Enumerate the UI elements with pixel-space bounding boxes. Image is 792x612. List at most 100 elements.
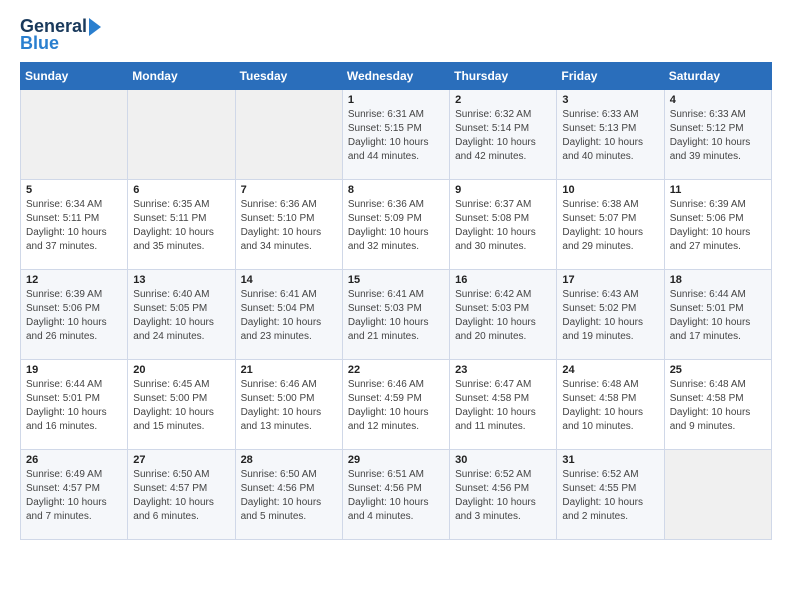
day-number: 12 <box>26 274 122 286</box>
column-header-monday: Monday <box>128 63 235 90</box>
calendar-cell: 9 Sunrise: 6:37 AM Sunset: 5:08 PM Daylig… <box>450 180 557 270</box>
day-number: 20 <box>133 364 229 376</box>
day-number: 8 <box>348 184 444 196</box>
calendar-cell <box>21 90 128 180</box>
day-content: Sunrise: 6:31 AM Sunset: 5:15 PM Dayligh… <box>348 108 444 164</box>
day-content: Sunrise: 6:42 AM Sunset: 5:03 PM Dayligh… <box>455 288 551 344</box>
day-number: 5 <box>26 184 122 196</box>
day-content: Sunrise: 6:44 AM Sunset: 5:01 PM Dayligh… <box>26 378 122 434</box>
calendar-cell: 19 Sunrise: 6:44 AM Sunset: 5:01 PM Dayli… <box>21 360 128 450</box>
calendar-table: SundayMondayTuesdayWednesdayThursdayFrid… <box>20 62 772 540</box>
week-row-4: 19 Sunrise: 6:44 AM Sunset: 5:01 PM Dayli… <box>21 360 772 450</box>
calendar-cell: 22 Sunrise: 6:46 AM Sunset: 4:59 PM Dayli… <box>342 360 449 450</box>
day-content: Sunrise: 6:40 AM Sunset: 5:05 PM Dayligh… <box>133 288 229 344</box>
calendar-cell: 25 Sunrise: 6:48 AM Sunset: 4:58 PM Dayli… <box>664 360 771 450</box>
calendar-cell: 11Sunrise: 6:39 AM Sunset: 5:06 PM Dayli… <box>664 180 771 270</box>
day-number: 31 <box>562 454 658 466</box>
calendar-cell: 5 Sunrise: 6:34 AM Sunset: 5:11 PM Daylig… <box>21 180 128 270</box>
day-content: Sunrise: 6:33 AM Sunset: 5:13 PM Dayligh… <box>562 108 658 164</box>
day-content: Sunrise: 6:33 AM Sunset: 5:12 PM Dayligh… <box>670 108 766 164</box>
day-content: Sunrise: 6:41 AM Sunset: 5:03 PM Dayligh… <box>348 288 444 344</box>
day-content: Sunrise: 6:38 AM Sunset: 5:07 PM Dayligh… <box>562 198 658 254</box>
day-number: 30 <box>455 454 551 466</box>
day-number: 15 <box>348 274 444 286</box>
calendar-cell: 4 Sunrise: 6:33 AM Sunset: 5:12 PM Daylig… <box>664 90 771 180</box>
calendar-cell: 3Sunrise: 6:33 AM Sunset: 5:13 PM Daylig… <box>557 90 664 180</box>
logo-blue-text: Blue <box>20 33 59 54</box>
calendar-cell: 8 Sunrise: 6:36 AM Sunset: 5:09 PM Daylig… <box>342 180 449 270</box>
day-content: Sunrise: 6:37 AM Sunset: 5:08 PM Dayligh… <box>455 198 551 254</box>
day-number: 25 <box>670 364 766 376</box>
week-row-1: 1 Sunrise: 6:31 AM Sunset: 5:15 PM Daylig… <box>21 90 772 180</box>
day-number: 7 <box>241 184 337 196</box>
day-content: Sunrise: 6:50 AM Sunset: 4:57 PM Dayligh… <box>133 468 229 524</box>
day-number: 18 <box>670 274 766 286</box>
calendar-cell: 18Sunrise: 6:44 AM Sunset: 5:01 PM Dayli… <box>664 270 771 360</box>
calendar-cell: 26 Sunrise: 6:49 AM Sunset: 4:57 PM Dayli… <box>21 450 128 540</box>
calendar-cell: 2Sunrise: 6:32 AM Sunset: 5:14 PM Daylig… <box>450 90 557 180</box>
day-content: Sunrise: 6:50 AM Sunset: 4:56 PM Dayligh… <box>241 468 337 524</box>
calendar-header-row: SundayMondayTuesdayWednesdayThursdayFrid… <box>21 63 772 90</box>
calendar-cell: 21 Sunrise: 6:46 AM Sunset: 5:00 PM Dayli… <box>235 360 342 450</box>
day-number: 13 <box>133 274 229 286</box>
week-row-5: 26 Sunrise: 6:49 AM Sunset: 4:57 PM Dayli… <box>21 450 772 540</box>
calendar-cell: 10 Sunrise: 6:38 AM Sunset: 5:07 PM Dayli… <box>557 180 664 270</box>
day-content: Sunrise: 6:47 AM Sunset: 4:58 PM Dayligh… <box>455 378 551 434</box>
day-content: Sunrise: 6:36 AM Sunset: 5:09 PM Dayligh… <box>348 198 444 254</box>
calendar-cell: 7 Sunrise: 6:36 AM Sunset: 5:10 PM Daylig… <box>235 180 342 270</box>
day-number: 22 <box>348 364 444 376</box>
day-content: Sunrise: 6:34 AM Sunset: 5:11 PM Dayligh… <box>26 198 122 254</box>
week-row-2: 5 Sunrise: 6:34 AM Sunset: 5:11 PM Daylig… <box>21 180 772 270</box>
day-number: 14 <box>241 274 337 286</box>
calendar-cell: 6 Sunrise: 6:35 AM Sunset: 5:11 PM Daylig… <box>128 180 235 270</box>
calendar-cell: 20 Sunrise: 6:45 AM Sunset: 5:00 PM Dayli… <box>128 360 235 450</box>
calendar-cell: 23 Sunrise: 6:47 AM Sunset: 4:58 PM Dayli… <box>450 360 557 450</box>
calendar-cell: 24 Sunrise: 6:48 AM Sunset: 4:58 PM Dayli… <box>557 360 664 450</box>
column-header-tuesday: Tuesday <box>235 63 342 90</box>
column-header-friday: Friday <box>557 63 664 90</box>
page-header: General Blue <box>20 16 772 54</box>
day-content: Sunrise: 6:52 AM Sunset: 4:56 PM Dayligh… <box>455 468 551 524</box>
column-header-wednesday: Wednesday <box>342 63 449 90</box>
day-number: 27 <box>133 454 229 466</box>
day-number: 28 <box>241 454 337 466</box>
day-number: 4 <box>670 94 766 106</box>
day-number: 19 <box>26 364 122 376</box>
day-number: 26 <box>26 454 122 466</box>
day-number: 21 <box>241 364 337 376</box>
day-content: Sunrise: 6:36 AM Sunset: 5:10 PM Dayligh… <box>241 198 337 254</box>
column-header-thursday: Thursday <box>450 63 557 90</box>
column-header-sunday: Sunday <box>21 63 128 90</box>
logo: General Blue <box>20 16 101 54</box>
day-content: Sunrise: 6:46 AM Sunset: 4:59 PM Dayligh… <box>348 378 444 434</box>
day-content: Sunrise: 6:39 AM Sunset: 5:06 PM Dayligh… <box>670 198 766 254</box>
day-number: 1 <box>348 94 444 106</box>
calendar-cell: 29 Sunrise: 6:51 AM Sunset: 4:56 PM Dayli… <box>342 450 449 540</box>
day-content: Sunrise: 6:48 AM Sunset: 4:58 PM Dayligh… <box>562 378 658 434</box>
calendar-cell: 28 Sunrise: 6:50 AM Sunset: 4:56 PM Dayli… <box>235 450 342 540</box>
day-content: Sunrise: 6:51 AM Sunset: 4:56 PM Dayligh… <box>348 468 444 524</box>
calendar-cell <box>128 90 235 180</box>
day-number: 29 <box>348 454 444 466</box>
day-content: Sunrise: 6:52 AM Sunset: 4:55 PM Dayligh… <box>562 468 658 524</box>
day-content: Sunrise: 6:41 AM Sunset: 5:04 PM Dayligh… <box>241 288 337 344</box>
day-content: Sunrise: 6:45 AM Sunset: 5:00 PM Dayligh… <box>133 378 229 434</box>
calendar-cell: 1 Sunrise: 6:31 AM Sunset: 5:15 PM Daylig… <box>342 90 449 180</box>
day-number: 10 <box>562 184 658 196</box>
logo-arrow-icon <box>89 18 101 36</box>
calendar-cell: 17Sunrise: 6:43 AM Sunset: 5:02 PM Dayli… <box>557 270 664 360</box>
day-number: 9 <box>455 184 551 196</box>
calendar-cell: 15 Sunrise: 6:41 AM Sunset: 5:03 PM Dayli… <box>342 270 449 360</box>
day-content: Sunrise: 6:46 AM Sunset: 5:00 PM Dayligh… <box>241 378 337 434</box>
calendar-cell: 27 Sunrise: 6:50 AM Sunset: 4:57 PM Dayli… <box>128 450 235 540</box>
day-number: 24 <box>562 364 658 376</box>
day-content: Sunrise: 6:49 AM Sunset: 4:57 PM Dayligh… <box>26 468 122 524</box>
day-number: 17 <box>562 274 658 286</box>
day-number: 23 <box>455 364 551 376</box>
day-content: Sunrise: 6:35 AM Sunset: 5:11 PM Dayligh… <box>133 198 229 254</box>
calendar-cell: 31 Sunrise: 6:52 AM Sunset: 4:55 PM Dayli… <box>557 450 664 540</box>
column-header-saturday: Saturday <box>664 63 771 90</box>
day-number: 6 <box>133 184 229 196</box>
day-content: Sunrise: 6:48 AM Sunset: 4:58 PM Dayligh… <box>670 378 766 434</box>
day-number: 16 <box>455 274 551 286</box>
